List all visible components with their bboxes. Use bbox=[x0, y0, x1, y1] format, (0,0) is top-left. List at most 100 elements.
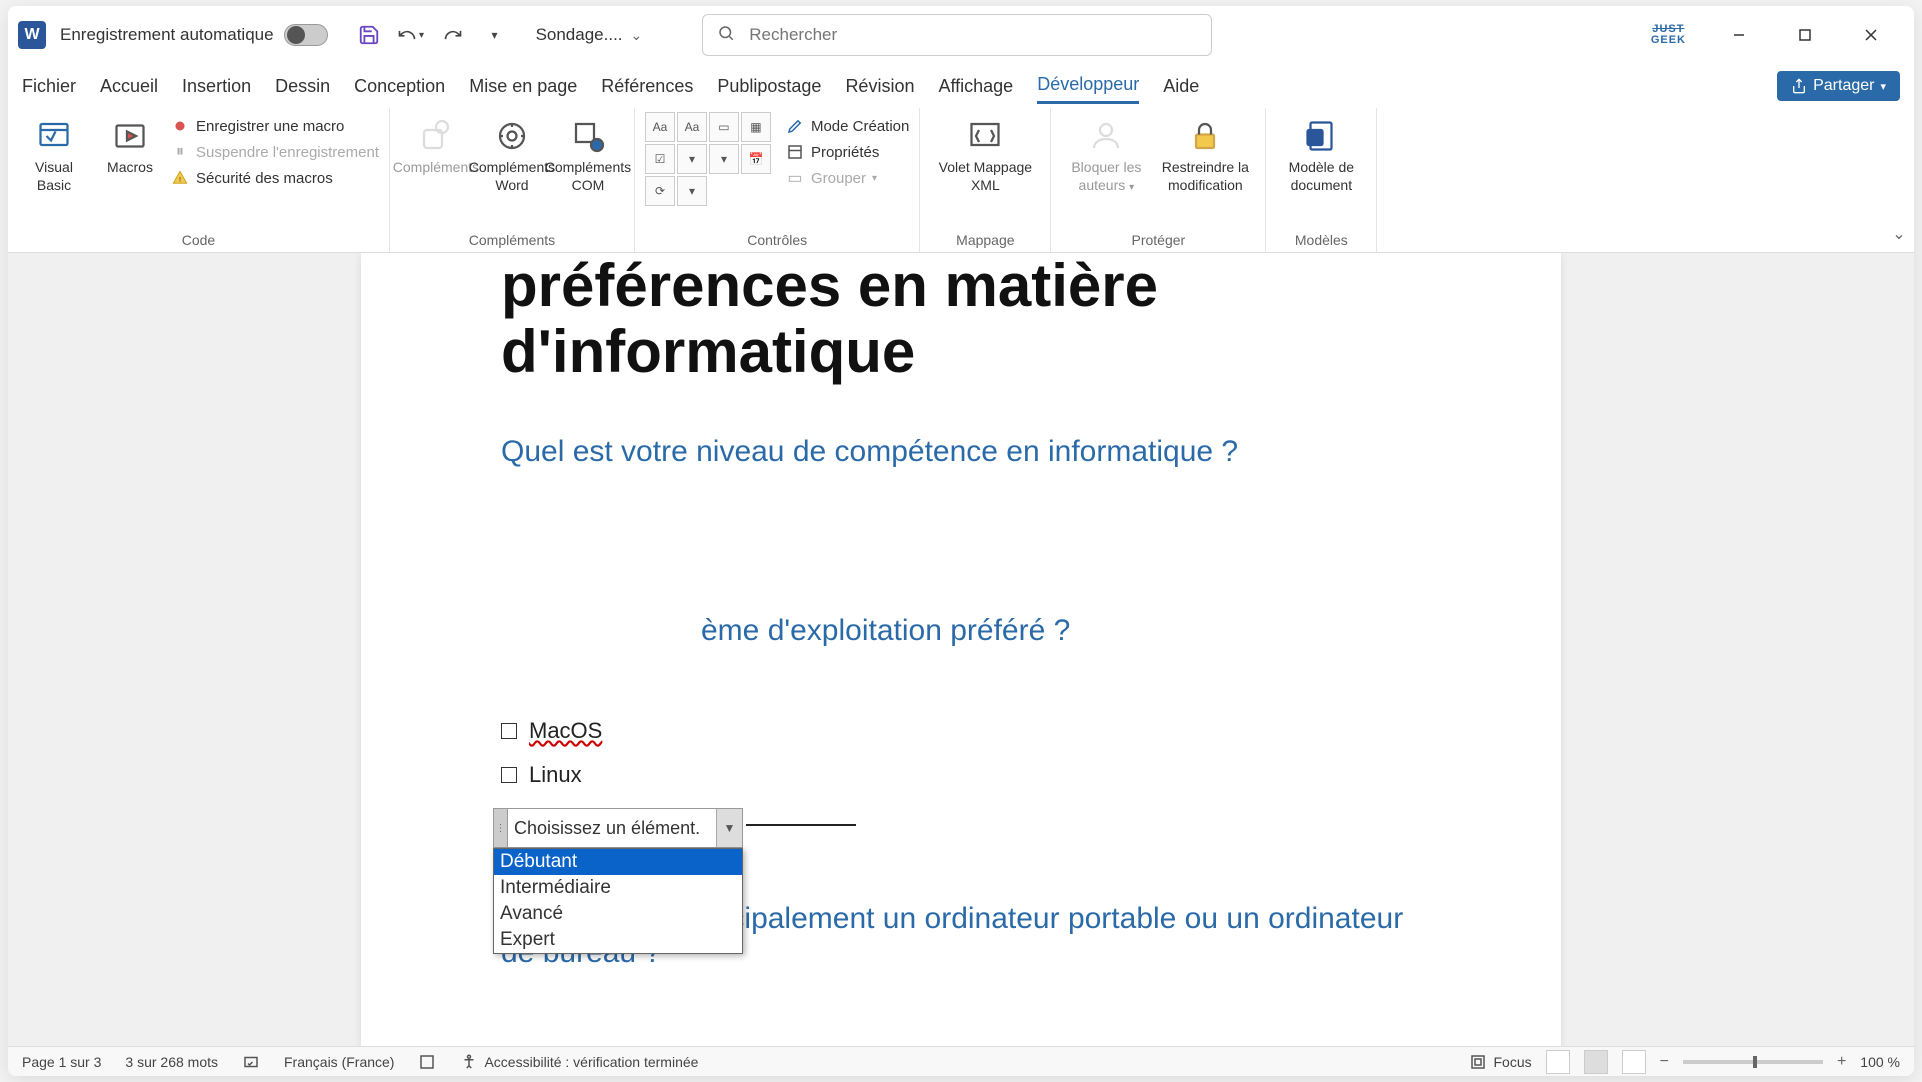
status-page[interactable]: Page 1 sur 3 bbox=[22, 1054, 101, 1070]
group-label-templates: Modèles bbox=[1276, 230, 1366, 250]
word-addins-button[interactable]: Compléments Word bbox=[476, 112, 548, 194]
xml-icon bbox=[965, 116, 1005, 156]
design-mode-button[interactable]: Mode Création bbox=[785, 116, 909, 136]
properties-button[interactable]: Propriétés bbox=[785, 142, 909, 162]
status-language[interactable]: Français (France) bbox=[284, 1054, 394, 1070]
view-web-layout[interactable] bbox=[1622, 1050, 1646, 1074]
macros-button[interactable]: Macros bbox=[94, 112, 166, 176]
question-2-partial: ème d'exploitation préféré ? bbox=[701, 614, 1421, 648]
checkbox-icon[interactable] bbox=[501, 767, 517, 783]
tab-references[interactable]: Références bbox=[601, 70, 693, 103]
checkbox-linux-label: Linux bbox=[529, 762, 582, 788]
save-button[interactable] bbox=[354, 20, 384, 50]
tab-developpeur[interactable]: Développeur bbox=[1037, 68, 1139, 104]
autosave-label: Enregistrement automatique bbox=[60, 25, 274, 45]
tab-revision[interactable]: Révision bbox=[845, 70, 914, 103]
view-read-mode[interactable] bbox=[1546, 1050, 1570, 1074]
record-macro-button[interactable]: Enregistrer une macro bbox=[170, 116, 379, 136]
menu-tabs: Fichier Accueil Insertion Dessin Concept… bbox=[8, 64, 1914, 108]
combo-arrow-icon[interactable]: ▼ bbox=[716, 809, 742, 847]
combo-dropdown: Débutant Intermédiaire Avancé Expert bbox=[493, 848, 743, 954]
group-label-code: Code bbox=[18, 230, 379, 250]
checkbox-icon[interactable] bbox=[501, 723, 517, 739]
pause-icon: ⏸ bbox=[170, 142, 190, 162]
blank-input[interactable] bbox=[746, 824, 856, 826]
tab-publipostage[interactable]: Publipostage bbox=[717, 70, 821, 103]
control-rich-text[interactable]: Aa bbox=[645, 112, 675, 142]
control-combo-box[interactable]: ▾ bbox=[677, 144, 707, 174]
combo-select[interactable]: ⋮ Choisissez un élément. ▼ bbox=[493, 808, 743, 848]
zoom-level[interactable]: 100 % bbox=[1860, 1054, 1900, 1070]
zoom-slider[interactable] bbox=[1683, 1060, 1823, 1064]
search-box[interactable] bbox=[702, 14, 1212, 56]
minimize-button[interactable] bbox=[1716, 20, 1762, 50]
combo-box-competence[interactable]: ⋮ Choisissez un élément. ▼ Débutant Inte… bbox=[493, 808, 743, 954]
status-bar: Page 1 sur 3 3 sur 268 mots Français (Fr… bbox=[8, 1046, 1914, 1076]
autosave-toggle[interactable] bbox=[284, 24, 328, 46]
tab-dessin[interactable]: Dessin bbox=[275, 70, 330, 103]
tab-insertion[interactable]: Insertion bbox=[182, 70, 251, 103]
control-plain-text[interactable]: Aa bbox=[677, 112, 707, 142]
status-track-changes-icon[interactable] bbox=[418, 1053, 436, 1071]
doc-name-chevron-icon[interactable]: ⌄ bbox=[631, 27, 643, 44]
block-authors-button: Bloquer les auteurs ▾ bbox=[1061, 112, 1151, 194]
restrict-editing-button[interactable]: Restreindre la modification bbox=[1155, 112, 1255, 194]
control-dropdown[interactable]: ▾ bbox=[709, 144, 739, 174]
zoom-in-button[interactable]: + bbox=[1837, 1053, 1846, 1071]
suspend-recording-button: ⏸ Suspendre l'enregistrement bbox=[170, 142, 379, 162]
addins-icon bbox=[416, 116, 456, 156]
zoom-out-button[interactable]: − bbox=[1660, 1053, 1669, 1071]
macro-security-button[interactable]: ! Sécurité des macros bbox=[170, 168, 379, 188]
window-controls bbox=[1716, 20, 1894, 50]
checkbox-macos-label: MacOS bbox=[529, 718, 602, 744]
control-picture[interactable]: ▭ bbox=[709, 112, 739, 142]
visual-basic-button[interactable]: Visual Basic bbox=[18, 112, 90, 194]
control-repeating[interactable]: ⟳ bbox=[645, 176, 675, 206]
search-input[interactable] bbox=[749, 25, 1197, 45]
tab-accueil[interactable]: Accueil bbox=[100, 70, 158, 103]
control-legacy[interactable]: ▾ bbox=[677, 176, 707, 206]
xml-mapping-pane-button[interactable]: Volet Mappage XML bbox=[930, 112, 1040, 194]
maximize-button[interactable] bbox=[1782, 20, 1828, 50]
ribbon-group-protect: Bloquer les auteurs ▾ Restreindre la mod… bbox=[1051, 108, 1266, 252]
svg-text:!: ! bbox=[179, 175, 181, 184]
combo-value: Choisissez un élément. bbox=[508, 809, 716, 847]
status-accessibility[interactable]: Accessibilité : vérification terminée bbox=[460, 1053, 698, 1071]
tab-aide[interactable]: Aide bbox=[1163, 70, 1199, 103]
combo-option-avance[interactable]: Avancé bbox=[494, 901, 742, 927]
status-spellcheck-icon[interactable] bbox=[242, 1053, 260, 1071]
group-label-complements: Compléments bbox=[400, 230, 624, 250]
ribbon-group-templates: W Modèle de document Modèles bbox=[1266, 108, 1377, 252]
control-date-picker[interactable]: 📅 bbox=[741, 144, 771, 174]
status-focus[interactable]: Focus bbox=[1469, 1053, 1531, 1071]
tab-fichier[interactable]: Fichier bbox=[22, 70, 76, 103]
document-template-button[interactable]: W Modèle de document bbox=[1276, 112, 1366, 194]
brand-logo: JUST GEEK bbox=[1651, 24, 1686, 46]
combo-option-intermediaire[interactable]: Intermédiaire bbox=[494, 875, 742, 901]
view-print-layout[interactable] bbox=[1584, 1050, 1608, 1074]
tab-mise-en-page[interactable]: Mise en page bbox=[469, 70, 577, 103]
checkbox-linux[interactable]: Linux bbox=[501, 762, 1421, 788]
status-words[interactable]: 3 sur 268 mots bbox=[125, 1054, 218, 1070]
tab-affichage[interactable]: Affichage bbox=[938, 70, 1013, 103]
record-icon bbox=[170, 116, 190, 136]
qat-customize-button[interactable]: ▾ bbox=[480, 20, 510, 50]
close-button[interactable] bbox=[1848, 20, 1894, 50]
combo-option-debutant[interactable]: Débutant bbox=[494, 849, 742, 875]
combo-option-expert[interactable]: Expert bbox=[494, 927, 742, 953]
redo-button[interactable] bbox=[438, 20, 468, 50]
svg-text:W: W bbox=[1310, 131, 1322, 145]
checkbox-macos[interactable]: MacOS bbox=[501, 718, 1421, 744]
document-area[interactable]: préférences en matière d'informatique Qu… bbox=[8, 253, 1914, 1046]
control-building-block[interactable]: ▦ bbox=[741, 112, 771, 142]
lock-icon bbox=[1185, 116, 1225, 156]
ribbon-expand-button[interactable]: ⌄ bbox=[1884, 108, 1914, 252]
document-name[interactable]: Sondage.... bbox=[536, 25, 623, 45]
combo-handle-icon[interactable]: ⋮ bbox=[494, 809, 508, 847]
share-button[interactable]: Partager ▾ bbox=[1777, 71, 1900, 101]
tab-conception[interactable]: Conception bbox=[354, 70, 445, 103]
undo-button[interactable]: ▾ bbox=[396, 20, 426, 50]
document-title: préférences en matière d'informatique bbox=[501, 253, 1421, 385]
control-checkbox[interactable]: ☑ bbox=[645, 144, 675, 174]
com-addins-button[interactable]: Compléments COM bbox=[552, 112, 624, 194]
